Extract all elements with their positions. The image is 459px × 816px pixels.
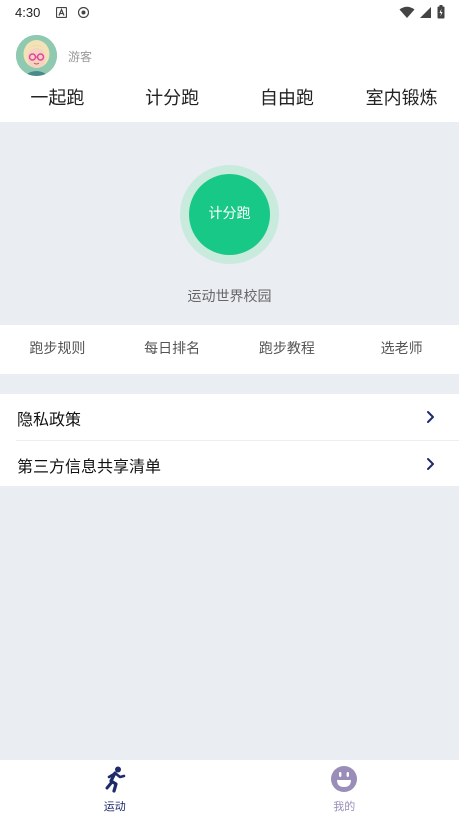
running-icon	[105, 766, 126, 793]
chevron-right-icon	[427, 458, 434, 470]
chevron-right-icon	[427, 411, 434, 423]
nav-mine[interactable]: 我的	[230, 760, 459, 816]
shield-icon	[78, 7, 89, 18]
link-running-rules[interactable]: 跑步规则	[0, 325, 115, 374]
user-name: 游客	[68, 50, 93, 64]
campus-label: 运动世界校园	[187, 289, 272, 305]
tab-free-run[interactable]: 自由跑	[230, 84, 345, 116]
quick-links: 跑步规则 每日排名 跑步教程 选老师	[0, 325, 459, 374]
link-daily-ranking[interactable]: 每日排名	[115, 325, 230, 374]
tab-together-run[interactable]: 一起跑	[0, 84, 115, 116]
user-header: 游客	[0, 32, 459, 78]
start-run-label: 计分跑	[189, 174, 270, 255]
menu-item-label: 隐私政策	[17, 410, 82, 429]
link-running-tutorial[interactable]: 跑步教程	[230, 325, 345, 374]
menu-item-third-party-sharing[interactable]: 第三方信息共享清单	[16, 440, 459, 486]
smiley-icon	[331, 766, 358, 792]
link-choose-teacher[interactable]: 选老师	[344, 325, 459, 374]
status-icons	[399, 5, 445, 19]
tab-score-run[interactable]: 计分跑	[115, 84, 230, 116]
settings-menu: 隐私政策 第三方信息共享清单	[0, 394, 459, 486]
wifi-icon	[399, 6, 415, 18]
bottom-nav: 运动 我的	[0, 760, 459, 816]
nav-sport-label: 运动	[103, 800, 126, 813]
status-time: 4:30	[15, 5, 41, 20]
nav-sport[interactable]: 运动	[0, 760, 230, 816]
tab-indoor-exercise[interactable]: 室内锻炼	[344, 84, 459, 116]
menu-item-label: 第三方信息共享清单	[17, 457, 162, 476]
avatar-icon[interactable]	[16, 35, 57, 76]
start-run-button[interactable]: 计分跑	[180, 165, 279, 264]
a-icon	[56, 7, 67, 18]
top-tabs: 一起跑 计分跑 自由跑 室内锻炼	[0, 84, 459, 116]
signal-icon	[420, 6, 431, 18]
nav-mine-label: 我的	[333, 800, 356, 813]
menu-item-privacy-policy[interactable]: 隐私政策	[0, 394, 459, 440]
status-bar: 4:30	[0, 0, 459, 26]
battery-icon	[437, 5, 445, 19]
